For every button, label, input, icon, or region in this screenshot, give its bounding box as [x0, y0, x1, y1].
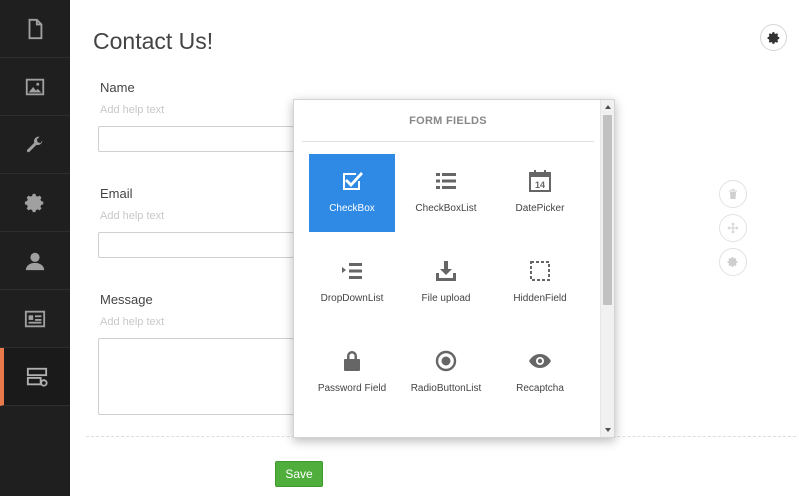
email-input[interactable]: [98, 232, 298, 258]
wrench-icon: [26, 136, 43, 152]
scroll-down-button[interactable]: [601, 423, 614, 437]
tile-label: Password Field: [317, 383, 387, 394]
sidebar-item-contacts[interactable]: [0, 290, 70, 348]
sidebar-item-forms[interactable]: [0, 348, 70, 406]
calendar-icon: 14: [529, 170, 551, 192]
message-help-text[interactable]: Add help text: [100, 316, 164, 328]
popup-scrollbar[interactable]: [600, 100, 614, 437]
tile-recaptcha[interactable]: Recaptcha: [497, 334, 583, 412]
tile-datepicker[interactable]: 14 DatePicker: [497, 154, 583, 232]
tile-label: RadioButtonList: [410, 383, 482, 394]
email-label: Email: [100, 186, 133, 201]
scroll-up-button[interactable]: [601, 100, 614, 114]
tile-password-field[interactable]: Password Field: [309, 334, 395, 412]
scroll-thumb[interactable]: [603, 115, 612, 305]
save-button[interactable]: Save: [275, 461, 323, 487]
dropdown-list-icon: [342, 263, 362, 279]
dashed-square-icon: [530, 261, 550, 281]
tile-hiddenfield[interactable]: HiddenField: [497, 244, 583, 322]
user-icon: [25, 252, 45, 270]
tile-checkboxlist[interactable]: CheckBoxList: [403, 154, 489, 232]
sidebar-item-tools[interactable]: [0, 116, 70, 174]
lock-icon: [344, 351, 360, 371]
chevron-down-icon: [604, 428, 611, 432]
tile-label: Recaptcha: [516, 383, 564, 394]
page-settings-button[interactable]: [760, 24, 787, 51]
tile-label: DropDownList: [320, 293, 384, 304]
sidebar-item-media[interactable]: [0, 58, 70, 116]
sidebar: [0, 0, 70, 496]
move-icon: [727, 222, 739, 234]
sidebar-item-pages[interactable]: [0, 0, 70, 58]
name-label: Name: [100, 80, 135, 95]
gear-icon: [24, 193, 44, 212]
page: Contact Us! Name Add help text Email Add…: [0, 0, 799, 496]
image-icon: [25, 78, 45, 95]
tile-label: CheckBoxList: [415, 203, 477, 214]
gear-icon: [767, 31, 779, 44]
eye-icon: [529, 354, 551, 368]
delete-field-button[interactable]: [719, 180, 747, 208]
document-icon: [28, 18, 43, 39]
form-builder-icon: [26, 367, 48, 387]
tile-radiobuttonlist[interactable]: RadioButtonList: [403, 334, 489, 412]
sidebar-item-settings[interactable]: [0, 174, 70, 232]
form-fields-popup: FORM FIELDS CheckBox CheckBoxList 14 Dat…: [293, 99, 615, 438]
move-field-button[interactable]: [719, 214, 747, 242]
gear-icon: [727, 257, 738, 267]
calendar-day: 14: [535, 180, 545, 190]
tile-label: File upload: [421, 293, 471, 304]
tile-label: CheckBox: [329, 203, 375, 214]
contact-card-icon: [24, 310, 46, 327]
tile-dropdownlist[interactable]: DropDownList: [309, 244, 395, 322]
message-textarea[interactable]: [98, 338, 298, 415]
tile-label: HiddenField: [513, 293, 567, 304]
page-title: Contact Us!: [93, 28, 214, 54]
email-help-text[interactable]: Add help text: [100, 210, 164, 222]
name-input[interactable]: [98, 126, 298, 152]
tile-label: DatePicker: [515, 203, 565, 214]
upload-icon: [436, 261, 456, 281]
popup-header: FORM FIELDS: [302, 100, 594, 142]
trash-icon: [729, 189, 737, 199]
sidebar-item-users[interactable]: [0, 232, 70, 290]
checkbox-icon: [343, 172, 363, 190]
message-label: Message: [100, 292, 153, 307]
name-help-text[interactable]: Add help text: [100, 104, 164, 116]
radio-icon: [435, 350, 457, 372]
field-settings-button[interactable]: [719, 248, 747, 276]
list-icon: [436, 173, 456, 189]
tile-checkbox[interactable]: CheckBox: [309, 154, 395, 232]
tile-file-upload[interactable]: File upload: [403, 244, 489, 322]
chevron-up-icon: [604, 105, 611, 109]
